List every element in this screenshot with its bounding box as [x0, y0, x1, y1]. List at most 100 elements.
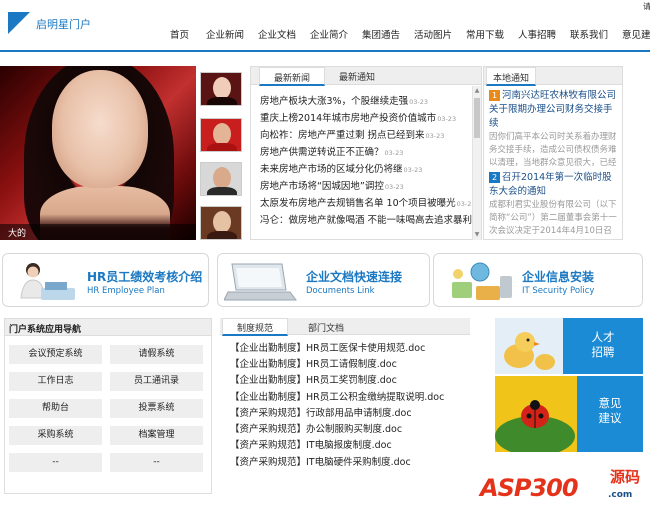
watermark-logo: ASP300 源码 .com	[480, 466, 650, 506]
card-it-security[interactable]: 企业信息安装 IT Security Policy	[433, 253, 643, 307]
local-notice-title-text[interactable]: 河南兴达旺农林牧有限公司关于限期办理公司财务交接手续	[489, 90, 616, 129]
local-notice-title[interactable]: 1 河南兴达旺农林牧有限公司关于限期办理公司财务交接手续	[489, 89, 619, 131]
doc-link[interactable]: 【资产采购规范】IT电脑报废制度.doc	[230, 437, 392, 451]
card-docs-title[interactable]: 企业文档快速连接	[306, 268, 402, 285]
nav-group-notice[interactable]: 集团通告	[362, 27, 400, 41]
doc-link[interactable]: 【企业出勤制度】HR员工公积金缴纳提取说明.doc	[230, 389, 444, 403]
thumbnail-1[interactable]	[200, 72, 242, 106]
news-title[interactable]: 房地产市场将“因城因地”调控	[260, 181, 384, 192]
news-item[interactable]: 向松祚：房地产严重过剩 拐点已经到来03-23	[260, 127, 472, 141]
promo-recruitment[interactable]: 人才 招聘	[563, 318, 643, 374]
news-item[interactable]: 太原发布房地产去规销售名单 10个项目被曝光03-23	[260, 195, 472, 209]
chick-image[interactable]	[495, 318, 563, 374]
doc-link[interactable]: 【资产采购规范】行政部用品申请制度.doc	[230, 405, 412, 419]
security-tools-icon	[452, 262, 512, 300]
news-item[interactable]: 房地产供需逆转说正不正确？03-23	[260, 144, 472, 158]
doc-link[interactable]: 【企业出勤制度】HR员工奖罚制度.doc	[230, 372, 397, 386]
ladybug-image[interactable]	[495, 376, 577, 452]
news-title[interactable]: 冯仑：做房地产就像喝酒 不能一味喝高去追求暴利	[260, 215, 472, 226]
laptop-icon	[224, 263, 297, 301]
app-directory[interactable]: 员工通讯录	[110, 372, 203, 391]
promo-feedback-line2: 建议	[598, 411, 622, 425]
card-hr-title[interactable]: HR员工绩效考核介绍	[87, 268, 202, 285]
app-archives[interactable]: 档案管理	[110, 426, 203, 445]
logo-icon	[8, 12, 30, 34]
top-login-link[interactable]: 请	[643, 1, 650, 12]
doc-link[interactable]: 【企业出勤制度】HR员工医保卡使用规范.doc	[230, 340, 425, 354]
thumbnail-3[interactable]	[200, 162, 242, 196]
tab-regulations[interactable]: 制度规范	[222, 318, 289, 336]
news-title[interactable]: 向松祚：房地产严重过剩 拐点已经到来	[260, 130, 425, 141]
app-empty-2[interactable]: --	[110, 453, 203, 472]
app-helpdesk[interactable]: 帮助台	[9, 399, 102, 418]
nav-event-photos[interactable]: 活动图片	[414, 27, 452, 41]
app-purchasing[interactable]: 采购系统	[9, 426, 102, 445]
app-voting[interactable]: 投票系统	[110, 399, 203, 418]
news-item[interactable]: 房地产市场将“因城因地”调控03-23	[260, 178, 472, 192]
watermark-text: ASP300	[480, 474, 579, 502]
nav-recruitment[interactable]: 人事招聘	[518, 27, 556, 41]
thumbnail-2[interactable]	[200, 118, 242, 152]
app-empty-1[interactable]: --	[9, 453, 102, 472]
nav-downloads[interactable]: 常用下载	[466, 27, 504, 41]
tab-local-notice[interactable]: 本地通知	[486, 67, 537, 86]
news-date: 03-23	[403, 166, 423, 174]
card-documents-link[interactable]: 企业文档快速连接 Documents Link	[217, 253, 430, 307]
promo-feedback-label[interactable]: 意见 建议	[590, 396, 630, 426]
ladybug-icon	[495, 400, 575, 452]
thumb-face	[213, 167, 231, 189]
thumb-body	[207, 143, 237, 151]
nav-company-news[interactable]: 企业新闻	[206, 27, 244, 41]
local-notice-desc: 成都利君实业股份有限公司（以下简称“公司”）第二届董事会第十一次会议决定于201…	[489, 200, 617, 236]
news-title[interactable]: 未来房地产市场的区域分化仍将继	[260, 164, 403, 175]
card-it-title[interactable]: 企业信息安装	[522, 268, 594, 285]
doc-link[interactable]: 【资产采购规范】办公制服购买制度.doc	[230, 421, 402, 435]
tab-department-docs[interactable]: 部门文档	[308, 321, 344, 334]
card-it-subtitle: IT Security Policy	[522, 286, 595, 296]
app-work-log[interactable]: 工作日志	[9, 372, 102, 391]
hero-caption-text: 大的	[8, 229, 27, 239]
hero-image[interactable]: 大的	[0, 66, 196, 240]
local-tabbar: 本地通知	[484, 67, 622, 86]
promo-recruitment-label[interactable]: 人才 招聘	[583, 330, 623, 360]
nav-company-profile[interactable]: 企业简介	[310, 27, 348, 41]
news-item[interactable]: 重庆上榜2014年城市房地产投资价值城市03-23	[260, 110, 472, 124]
nav-contact[interactable]: 联系我们	[570, 27, 608, 41]
news-item[interactable]: 房地产板块大涨3%，个股继续走强03-23	[260, 93, 472, 107]
promo-recruitment-line1: 人才	[591, 330, 615, 344]
apps-header: 门户系统应用导航	[5, 319, 211, 336]
doc-link[interactable]: 【资产采购规范】IT电脑硬件采购制度.doc	[230, 454, 411, 468]
local-notice-title-text[interactable]: 召开2014年第一次临时股东大会的通知	[489, 172, 612, 197]
thumb-face	[213, 77, 231, 99]
app-meeting-booking[interactable]: 会议预定系统	[9, 345, 102, 364]
news-scrollbar[interactable]: ▲ ▼	[472, 86, 481, 240]
thumb-face	[213, 211, 231, 233]
chick-icon	[504, 332, 555, 370]
news-title[interactable]: 房地产板块大涨3%，个股继续走强	[260, 96, 408, 107]
card-hr-plan[interactable]: HR员工绩效考核介绍 HR Employee Plan	[2, 253, 209, 307]
local-notice-title[interactable]: 2 召开2014年第一次临时股东大会的通知	[489, 171, 619, 199]
promo-feedback[interactable]: 意见 建议	[577, 376, 643, 452]
news-title[interactable]: 太原发布房地产去规销售名单 10个项目被曝光	[260, 198, 456, 209]
thumbnail-4[interactable]	[200, 206, 242, 240]
news-title[interactable]: 重庆上榜2014年城市房地产投资价值城市	[260, 113, 436, 124]
nav-feedback[interactable]: 意见建	[622, 27, 650, 41]
news-item[interactable]: 冯仑：做房地产就像喝酒 不能一味喝高去追求暴利03-23	[260, 212, 472, 226]
scroll-thumb[interactable]	[474, 98, 480, 138]
news-date: 03-23	[456, 200, 472, 208]
nav-home[interactable]: 首页	[170, 27, 189, 41]
card-hr-subtitle: HR Employee Plan	[87, 286, 165, 296]
app-leave[interactable]: 请假系统	[110, 345, 203, 364]
tab-latest-notice[interactable]: 最新通知	[339, 70, 375, 83]
scroll-up-icon[interactable]: ▲	[473, 86, 481, 96]
notice-number-badge: 2	[489, 172, 500, 183]
nav-company-docs[interactable]: 企业文档	[258, 27, 296, 41]
thumb-face	[213, 123, 231, 145]
doc-link[interactable]: 【企业出勤制度】HR员工请假制度.doc	[230, 356, 397, 370]
site-logo-text[interactable]: 启明星门户	[36, 16, 91, 32]
local-notice-desc: 因你们高平本公司时关系着办理财务交接手续，造成公司债权债务难以清理，当地群众意见…	[489, 132, 617, 168]
tab-latest-news[interactable]: 最新新闻	[259, 67, 326, 86]
scroll-down-icon[interactable]: ▼	[473, 230, 481, 240]
news-title[interactable]: 房地产供需逆转说正不正确？	[260, 147, 384, 158]
news-item[interactable]: 未来房地产市场的区域分化仍将继03-23	[260, 161, 472, 175]
